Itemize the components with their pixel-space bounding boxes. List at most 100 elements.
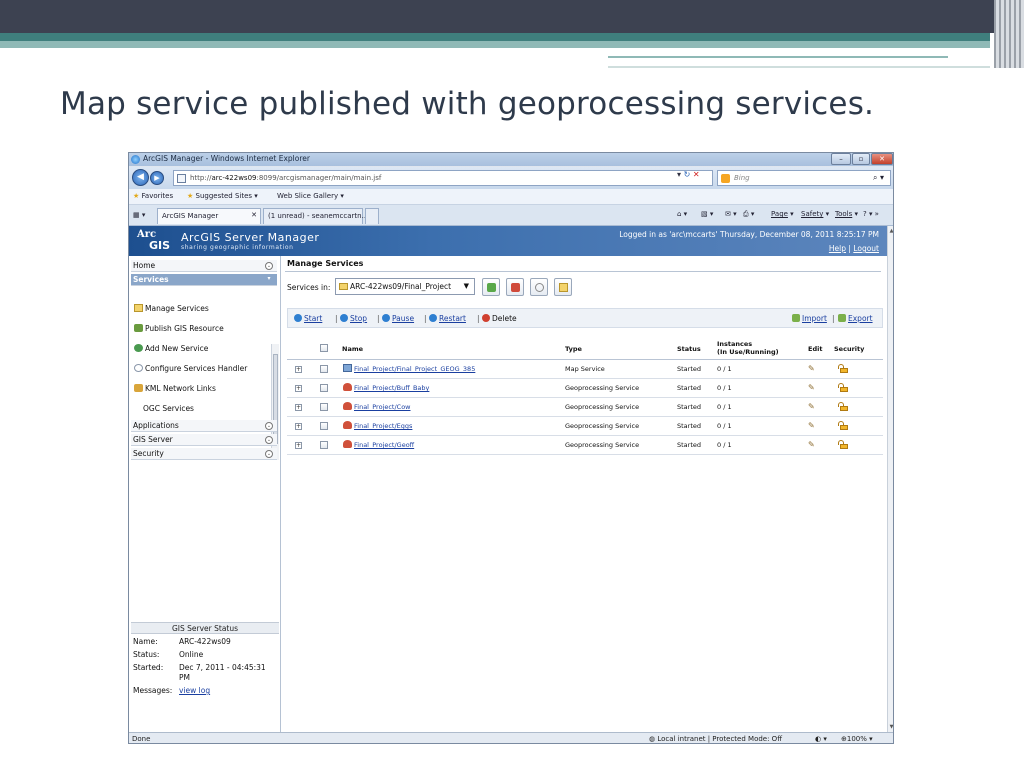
expand-row-icon[interactable]: +	[295, 404, 302, 411]
restart-button[interactable]: Restart	[429, 314, 466, 323]
row-checkbox[interactable]	[320, 422, 328, 430]
slide-accent-line-light	[608, 66, 990, 68]
scroll-up-icon[interactable]: ▲	[888, 228, 893, 234]
lock-icon[interactable]	[837, 364, 848, 373]
dropdown-arrow-icon[interactable]: ▾	[677, 170, 681, 179]
web-slice-gallery-link[interactable]: Web Slice Gallery ▾	[277, 192, 344, 200]
start-button[interactable]: Start	[294, 314, 322, 323]
tab-arcgis-manager[interactable]: ArcGIS Manager ✕	[157, 208, 261, 224]
suggested-sites-link[interactable]: ★ Suggested Sites ▾	[187, 192, 258, 200]
expand-row-icon[interactable]: +	[295, 366, 302, 373]
mail-icon[interactable]: ✉ ▾	[725, 210, 737, 218]
sidebar-item-configure-services-handler[interactable]: Configure Services Handler	[134, 364, 247, 373]
delete-button[interactable]: Delete	[482, 314, 517, 323]
open-folder-icon	[559, 283, 568, 292]
zoom-control[interactable]: ⊕100% ▾	[841, 735, 873, 743]
table-row[interactable]: + Final_Project/Eggs Geoprocessing Servi…	[287, 417, 883, 436]
expand-row-icon[interactable]: +	[295, 423, 302, 430]
maximize-button[interactable]: ▫	[852, 153, 870, 165]
pencil-icon[interactable]: ✎	[808, 440, 815, 449]
new-tab-button[interactable]	[365, 208, 379, 224]
view-log-link[interactable]: view log	[179, 686, 210, 695]
nav-gis-server[interactable]: GIS Server ⌄	[131, 434, 277, 446]
service-name-link[interactable]: Final_Project/Final_Project_GEOG_385	[354, 365, 475, 373]
row-checkbox[interactable]	[320, 441, 328, 449]
services-folder-select[interactable]: ARC-422ws09/Final_Project ▼	[335, 278, 475, 295]
pencil-icon[interactable]: ✎	[808, 402, 815, 411]
service-name-link[interactable]: Final_Project/Cow	[354, 403, 411, 411]
print-icon[interactable]: ⎙ ▾	[743, 210, 754, 219]
slide-teal-band	[0, 33, 990, 41]
expand-icon[interactable]: ⌄	[265, 450, 273, 458]
lock-icon[interactable]	[837, 421, 848, 430]
import-button[interactable]: Import	[792, 314, 827, 323]
search-input[interactable]: Bing ⌕ ▾	[717, 170, 891, 186]
refresh-icon[interactable]: ↻	[684, 170, 691, 179]
row-checkbox[interactable]	[320, 365, 328, 373]
nav-home[interactable]: Home ⌄	[131, 260, 277, 272]
forward-button[interactable]: ▶	[150, 171, 164, 185]
pencil-icon[interactable]: ✎	[808, 383, 815, 392]
search-icon[interactable]: ⌕ ▾	[873, 173, 884, 183]
sidebar-item-kml-network-links[interactable]: KML Network Links	[134, 384, 216, 393]
stop-icon[interactable]: ✕	[693, 170, 700, 179]
service-name-link[interactable]: Final_Project/Eggs	[354, 422, 412, 430]
close-window-button[interactable]: ✕	[871, 153, 893, 165]
feeds-icon[interactable]: ▧ ▾	[701, 210, 713, 218]
row-checkbox[interactable]	[320, 384, 328, 392]
lock-icon[interactable]	[837, 440, 848, 449]
quick-tabs-icon[interactable]: ▦ ▾	[133, 211, 145, 219]
close-tab-icon[interactable]: ✕	[251, 211, 257, 219]
sidebar-item-publish-gis-resource[interactable]: Publish GIS Resource	[134, 324, 224, 333]
nav-applications[interactable]: Applications ⌄	[131, 420, 277, 432]
expand-icon[interactable]: ⌄	[265, 262, 273, 270]
page-scrollbar[interactable]: ▲ ▼	[887, 226, 893, 732]
delete-folder-button[interactable]	[506, 278, 524, 296]
status-text: Done	[132, 735, 151, 743]
service-name-link[interactable]: Final_Project/Geoff	[354, 441, 414, 449]
table-row[interactable]: + Final_Project/Final_Project_GEOG_385 M…	[287, 360, 883, 379]
open-folder-button[interactable]	[554, 278, 572, 296]
help-link[interactable]: Help	[829, 244, 846, 253]
tab-mail[interactable]: (1 unread) - seanemccartn...	[263, 208, 368, 224]
back-button[interactable]: ◀	[132, 169, 149, 186]
expand-row-icon[interactable]: +	[295, 385, 302, 392]
sidebar-item-ogc-services[interactable]: OGC Services	[143, 404, 194, 413]
lock-icon[interactable]	[837, 383, 848, 392]
service-name-link[interactable]: Final_Project/Buff_Baby	[354, 384, 429, 392]
nav-security[interactable]: Security ⌄	[131, 448, 277, 460]
expand-icon[interactable]: ⌄	[265, 436, 273, 444]
pencil-icon[interactable]: ✎	[808, 364, 815, 373]
scroll-down-icon[interactable]: ▼	[888, 724, 893, 730]
folder-permissions-button[interactable]	[530, 278, 548, 296]
table-row[interactable]: + Final_Project/Cow Geoprocessing Servic…	[287, 398, 883, 417]
logout-link[interactable]: Logout	[853, 244, 879, 253]
tools-menu[interactable]: Tools ▾	[835, 210, 858, 218]
collapse-icon[interactable]: ▾	[265, 276, 273, 284]
col-instances-sub: (In Use/Running)	[717, 348, 779, 356]
address-field[interactable]: http://arc-422ws09:8099/arcgismanager/ma…	[173, 170, 713, 186]
pencil-icon[interactable]: ✎	[808, 421, 815, 430]
status-tools-icon[interactable]: ◐ ▾	[815, 735, 827, 743]
pause-button[interactable]: Pause	[382, 314, 414, 323]
home-icon[interactable]: ⌂ ▾	[677, 210, 687, 218]
table-row[interactable]: + Final_Project/Geoff Geoprocessing Serv…	[287, 436, 883, 455]
help-icon[interactable]: ? ▾ »	[863, 210, 879, 218]
export-button[interactable]: Export	[838, 314, 873, 323]
safety-menu[interactable]: Safety ▾	[801, 210, 829, 218]
page-menu[interactable]: Page ▾	[771, 210, 794, 218]
nav-services[interactable]: Services ▾	[131, 274, 277, 286]
sidebar-item-add-new-service[interactable]: Add New Service	[134, 344, 208, 353]
lock-icon[interactable]	[837, 402, 848, 411]
table-row[interactable]: + Final_Project/Buff_Baby Geoprocessing …	[287, 379, 883, 398]
select-all-checkbox[interactable]	[320, 344, 328, 352]
geoprocessing-service-icon	[343, 402, 352, 410]
stop-button[interactable]: Stop	[340, 314, 367, 323]
expand-icon[interactable]: ⌄	[265, 422, 273, 430]
add-folder-button[interactable]	[482, 278, 500, 296]
favorites-button[interactable]: ★ Favorites	[133, 192, 173, 200]
minimize-button[interactable]: –	[831, 153, 851, 165]
sidebar-item-manage-services[interactable]: Manage Services	[134, 304, 209, 313]
row-checkbox[interactable]	[320, 403, 328, 411]
expand-row-icon[interactable]: +	[295, 442, 302, 449]
